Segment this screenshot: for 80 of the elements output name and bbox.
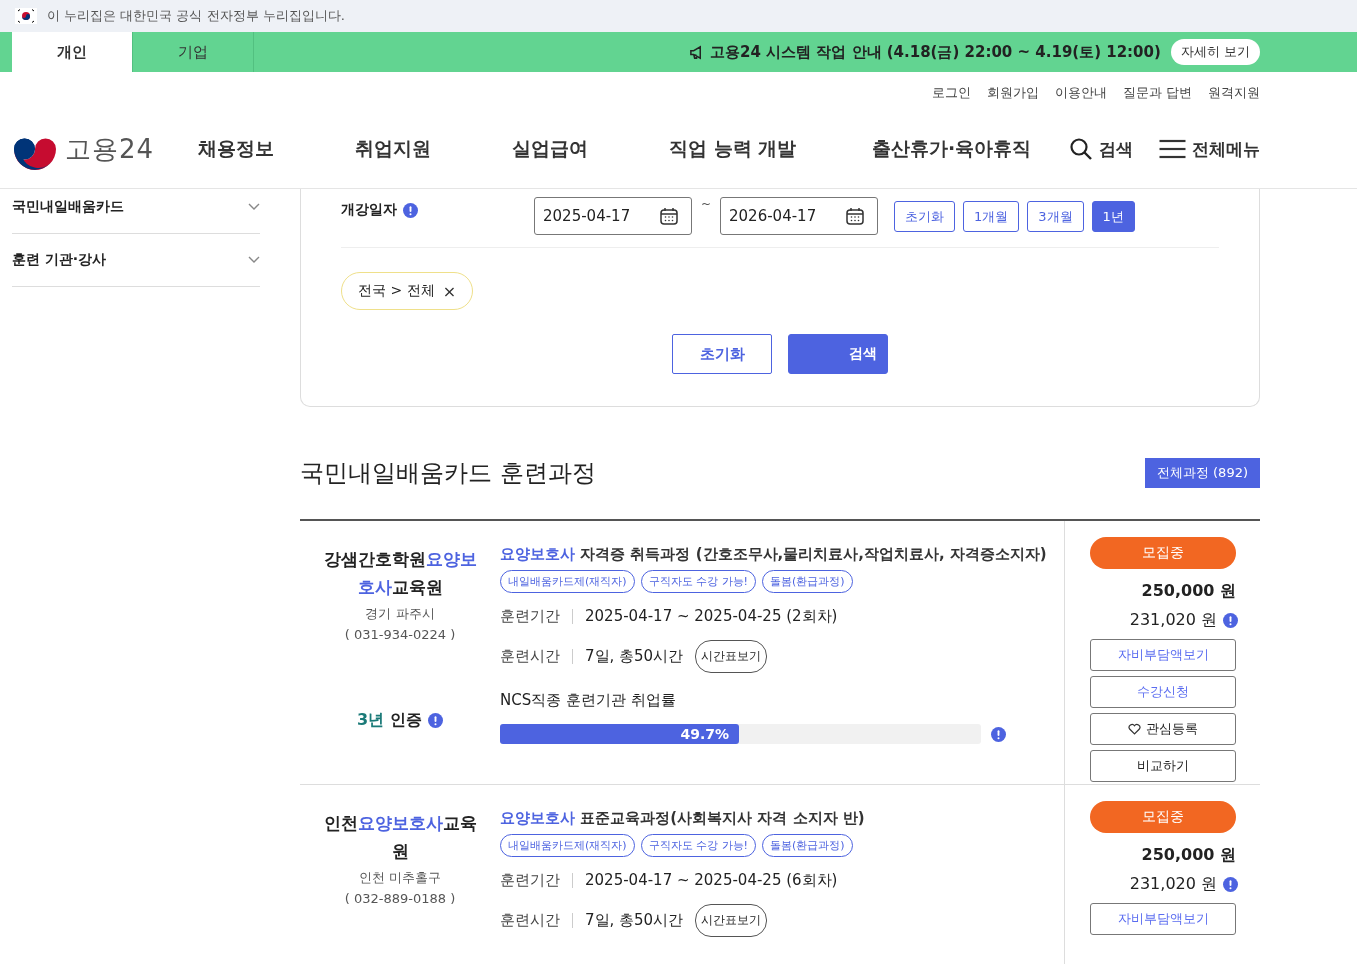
timetable-button[interactable]: 시간표보기 (695, 640, 768, 673)
course-price: 250,000 원 (1141, 845, 1236, 866)
date-label: 개강일자 (341, 201, 397, 219)
sidebar-item[interactable]: 국민내일배움카드 (12, 198, 124, 216)
info-icon (403, 202, 418, 218)
self-pay-amount: 231,020 원 (1129, 874, 1217, 895)
info-icon (1223, 877, 1238, 892)
heart-icon (1128, 723, 1141, 735)
status-badge: 모집중 (1090, 801, 1236, 833)
period-label: 훈련기간 (500, 873, 573, 888)
certification-years: 3년 (356, 710, 385, 731)
utility-link[interactable]: 원격지원 (1208, 84, 1260, 110)
self-pay-amount: 231,020 원 (1129, 610, 1217, 631)
hours-label: 훈련시간 (500, 649, 573, 664)
institution-region: 경기 파주시 (365, 605, 435, 623)
search-button[interactable]: 검색 (1069, 137, 1133, 161)
search-icon (1069, 137, 1093, 161)
range-button[interactable]: 초기화 (894, 201, 955, 232)
course-action-button[interactable]: 자비부담액보기 (1090, 639, 1236, 671)
all-courses-button[interactable]: 전체과정 (892) (1144, 458, 1260, 488)
course-title[interactable]: 요양보호사 표준교육과정(사회복지사 자격 소지자 반) (500, 809, 1064, 828)
course-action-button[interactable]: 관심등록 (1090, 713, 1236, 745)
chevron-icon[interactable] (248, 256, 260, 264)
utility-link[interactable]: 회원가입 (986, 84, 1039, 110)
utility-link[interactable]: 로그인 (931, 84, 971, 110)
menu-icon (1159, 139, 1186, 159)
course-action-button[interactable]: 자비부담액보기 (1090, 903, 1236, 935)
audience-tab[interactable]: 개인 (12, 32, 133, 72)
info-icon (1223, 613, 1238, 628)
gov-banner-text: 이 누리집은 대한민국 공식 전자정부 누리집입니다. (47, 7, 345, 25)
hours-value: 7일, 총50시간 (585, 647, 684, 666)
course-action-button[interactable]: 수강신청 (1090, 676, 1236, 708)
institution-name[interactable]: 인천요양보호사교육원 (320, 809, 480, 865)
institution-phone: ( 031-934-0224 ) (344, 627, 456, 642)
chevron-icon[interactable] (248, 203, 260, 211)
institution-phone: ( 032-889-0188 ) (344, 891, 456, 906)
end-date-field[interactable]: 2026-04-17 (720, 197, 878, 235)
progress-fill: 49.7% (500, 724, 740, 744)
timetable-button[interactable]: 시간표보기 (695, 904, 768, 937)
institution-name[interactable]: 강샘간호학원요양보호사교육원 (320, 545, 480, 601)
course-price: 250,000 원 (1141, 581, 1236, 602)
hours-value: 7일, 총50시간 (585, 911, 684, 930)
reset-button[interactable]: 초기화 (672, 334, 772, 374)
menu-button[interactable]: 전체메뉴 (1159, 137, 1260, 161)
section-title: 국민내일배움카드 훈련과정 (300, 458, 596, 489)
calendar-icon[interactable] (845, 206, 865, 226)
nav-link[interactable]: 실업급여 (512, 136, 669, 162)
utility-link[interactable]: 이용안내 (1054, 84, 1107, 110)
utility-link[interactable]: 질문과 답변 (1122, 84, 1192, 110)
range-button[interactable]: 3개월 (1027, 201, 1084, 232)
start-date-field[interactable]: 2025-04-17 (534, 197, 692, 235)
sidebar-item[interactable]: 훈련 기관·강사 (12, 251, 107, 269)
nav-link[interactable]: 직업 능력 개발 (669, 136, 872, 162)
course-action-button[interactable]: 비교하기 (1090, 750, 1236, 782)
logo-text[interactable]: 고용24 (65, 131, 155, 167)
details-button[interactable]: 자세히 보기 (1170, 39, 1260, 65)
nav-link[interactable]: 취업지원 (355, 136, 512, 162)
megaphone-icon (689, 44, 704, 60)
employment-rate-label: NCS직종 훈련기관 취업률 (500, 691, 677, 710)
certification-label: 인증 (390, 710, 423, 731)
flag-icon (15, 8, 37, 24)
period-label: 훈련기간 (500, 609, 573, 624)
notice-text: 고용24 시스템 작업 안내 (4.18(금) 22:00 ~ 4.19(토) 12:00) (689, 42, 1161, 62)
hours-label: 훈련시간 (500, 913, 573, 928)
course-title[interactable]: 요양보호사 자격증 취득과정 (간호조무사,물리치료사,작업치료사, 자격증소지자) (500, 545, 1064, 564)
period-value: 2025-04-17 ~ 2025-04-25 (2회차) (585, 607, 838, 626)
remove-button[interactable]: × (442, 281, 457, 301)
nav-link[interactable]: 출산휴가·육아휴직 (872, 136, 1032, 162)
calendar-icon[interactable] (659, 206, 679, 226)
date-separator: ~ (699, 197, 713, 211)
range-button[interactable]: 1년 (1091, 201, 1135, 232)
nav-link[interactable]: 채용정보 (198, 136, 355, 162)
period-value: 2025-04-17 ~ 2025-04-25 (6회차) (585, 871, 838, 890)
status-badge: 모집중 (1090, 537, 1236, 569)
audience-tab[interactable]: 기업 (133, 32, 254, 72)
range-button[interactable]: 1개월 (963, 201, 1020, 232)
search-submit-button[interactable]: 검색 (788, 334, 888, 374)
info-icon (991, 726, 1006, 742)
institution-region: 인천 미추홀구 (358, 869, 442, 887)
info-icon (428, 713, 444, 728)
